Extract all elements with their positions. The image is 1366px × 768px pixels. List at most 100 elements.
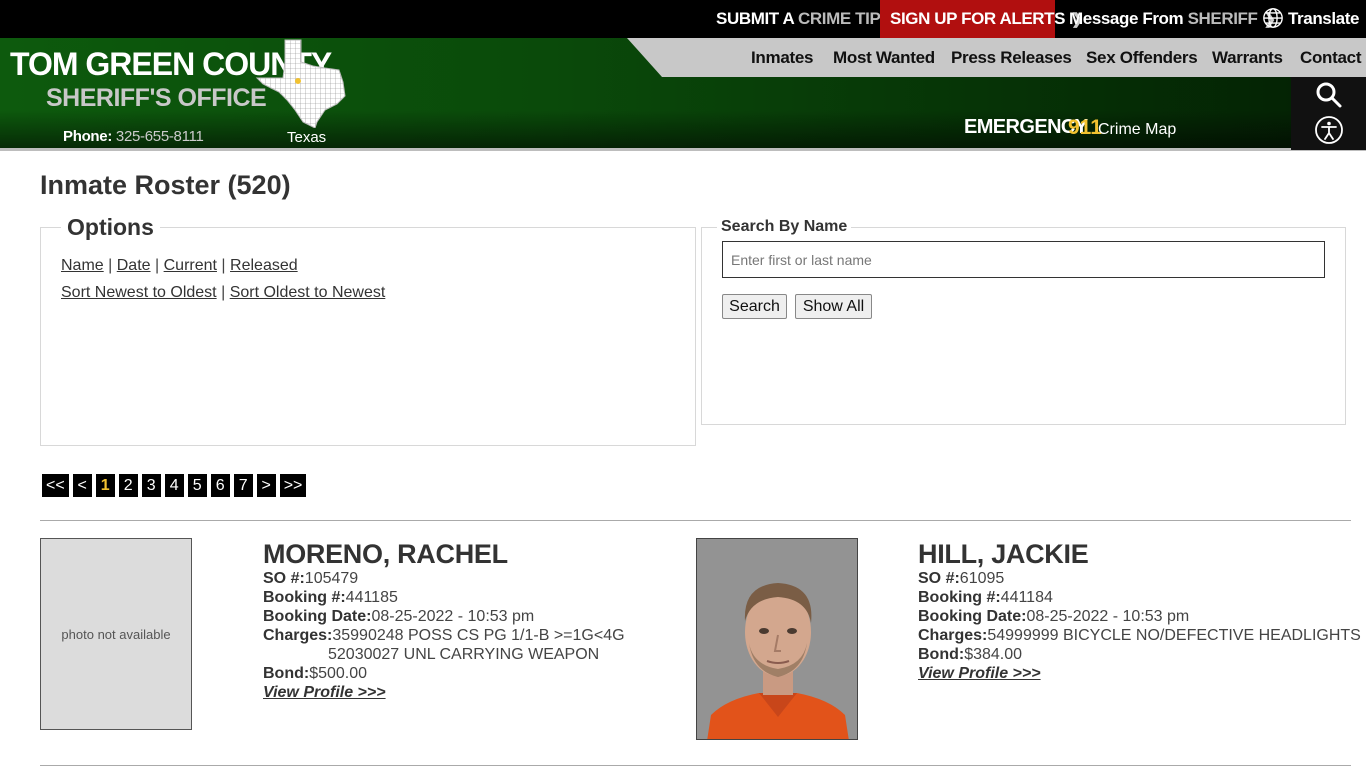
- msg-label-strong: Message From: [1069, 9, 1184, 28]
- sort-options-row: Name | Date | Current | Released: [61, 257, 298, 275]
- search-legend: Search By Name: [717, 218, 852, 236]
- charge-value: 54999999 BICYCLE NO/DEFECTIVE HEADLIGHTS: [987, 627, 1361, 644]
- booking-label: Booking #:: [263, 589, 346, 606]
- view-profile-link[interactable]: View Profile >>>: [918, 665, 1041, 682]
- top-bar: SUBMIT A CRIME TIP❯ SIGN UP FOR ALERTS❯ …: [0, 0, 1366, 38]
- inmate-bond-row: Bond:$384.00: [918, 645, 1361, 664]
- msg-label-light: SHERIFF: [1187, 9, 1258, 28]
- photo-unavailable-text: photo not available: [61, 626, 171, 642]
- nav-most-wanted[interactable]: Most Wanted: [833, 38, 935, 77]
- inmate-card: HILL, JACKIE SO #:61095 Booking #:441184…: [918, 539, 1361, 683]
- bond-value: $384.00: [964, 646, 1023, 663]
- inmate-charges-row: Charges:35990248 POSS CS PG 1/1-B >=1G<4…: [263, 626, 625, 645]
- inmate-booking-row: Booking #:441184: [918, 588, 1361, 607]
- inmate-charge-line: 52030027 UNL CARRYING WEAPON: [328, 646, 600, 663]
- crime-map-link[interactable]: Crime Map: [1098, 121, 1176, 139]
- phone-label: Phone:: [63, 128, 113, 145]
- pagination: << < 1 2 3 4 5 6 7 > >>: [42, 474, 310, 497]
- order-options-row: Sort Newest to Oldest | Sort Oldest to N…: [61, 284, 385, 302]
- so-value: 61095: [959, 570, 1005, 587]
- nav-press-releases[interactable]: Press Releases: [951, 38, 1072, 77]
- phone-number[interactable]: 325-655-8111: [116, 128, 204, 145]
- nav-inmates[interactable]: Inmates: [751, 38, 813, 77]
- nav-warrants[interactable]: Warrants: [1212, 38, 1283, 77]
- booking-label: Booking #:: [918, 589, 1001, 606]
- texas-label: Texas: [287, 129, 327, 146]
- page-4-button[interactable]: 4: [164, 474, 184, 497]
- charges-label: Charges:: [263, 627, 333, 644]
- tip-label-light: CRIME TIP: [798, 9, 881, 28]
- globe-icon: [1263, 8, 1283, 28]
- search-button[interactable]: Search: [722, 294, 787, 319]
- booking-date-value: 08-25-2022 - 10:53 pm: [371, 608, 535, 625]
- view-profile-link[interactable]: View Profile >>>: [263, 684, 386, 701]
- page-7-button[interactable]: 7: [233, 474, 253, 497]
- alerts-label: SIGN UP FOR ALERTS: [890, 9, 1066, 28]
- inmate-name[interactable]: MORENO, RACHEL: [263, 539, 625, 569]
- translate-label: Translate: [1288, 9, 1360, 28]
- inmate-photo-placeholder[interactable]: photo not available: [40, 538, 192, 730]
- phone-info: Phone: 325-655-8111: [63, 128, 204, 145]
- inmate-date-row: Booking Date:08-25-2022 - 10:53 pm: [918, 607, 1361, 626]
- page-5-button[interactable]: 5: [187, 474, 207, 497]
- page-prev-button[interactable]: <: [72, 474, 92, 497]
- page-last-button[interactable]: >>: [279, 474, 307, 497]
- booking-date-label: Booking Date:: [918, 608, 1027, 625]
- so-label: SO #:: [263, 570, 305, 587]
- page-3-button[interactable]: 3: [141, 474, 161, 497]
- separator: |: [221, 257, 226, 274]
- inmate-card: MORENO, RACHEL SO #:105479 Booking #:441…: [263, 539, 625, 702]
- page-title: Inmate Roster (520): [40, 170, 291, 200]
- translate-button[interactable]: Translate: [1262, 0, 1359, 38]
- sort-newest-link[interactable]: Sort Newest to Oldest: [61, 284, 217, 301]
- name-search-input[interactable]: [722, 241, 1325, 278]
- booking-date-label: Booking Date:: [263, 608, 372, 625]
- sheriffs-office-title[interactable]: SHERIFF'S OFFICE: [46, 84, 267, 113]
- divider: [40, 765, 1351, 766]
- page-1-button[interactable]: 1: [95, 474, 115, 497]
- charges-label: Charges:: [918, 627, 988, 644]
- sort-oldest-link[interactable]: Sort Oldest to Newest: [230, 284, 386, 301]
- page-6-button[interactable]: 6: [210, 474, 230, 497]
- booking-value: 441185: [345, 589, 398, 606]
- bond-label: Bond:: [918, 646, 965, 663]
- inmate-booking-row: Booking #:441185: [263, 588, 625, 607]
- nav-sex-offenders[interactable]: Sex Offenders: [1086, 38, 1198, 77]
- options-legend: Options: [61, 214, 160, 241]
- option-current-link[interactable]: Current: [164, 257, 217, 274]
- booking-date-value: 08-25-2022 - 10:53 pm: [1026, 608, 1190, 625]
- page-first-button[interactable]: <<: [42, 474, 69, 497]
- option-released-link[interactable]: Released: [230, 257, 298, 274]
- so-value: 105479: [304, 570, 359, 587]
- so-label: SO #:: [918, 570, 960, 587]
- inmate-so-row: SO #:61095: [918, 569, 1361, 588]
- bond-label: Bond:: [263, 665, 310, 682]
- header-divider: [0, 148, 1366, 151]
- message-from-sheriff-link[interactable]: Message From SHERIFF ❯: [1069, 0, 1276, 38]
- search-icon[interactable]: [1315, 81, 1343, 109]
- tip-label-strong: SUBMIT A: [716, 9, 794, 28]
- emergency-number[interactable]: 911: [1068, 116, 1102, 140]
- bond-value: $500.00: [309, 665, 368, 682]
- accessibility-icon[interactable]: [1314, 115, 1344, 145]
- inmate-bond-row: Bond:$500.00: [263, 664, 625, 683]
- page-2-button[interactable]: 2: [118, 474, 138, 497]
- inmate-so-row: SO #:105479: [263, 569, 625, 588]
- show-all-button[interactable]: Show All: [795, 294, 872, 319]
- booking-value: 441184: [1000, 589, 1053, 606]
- inmate-mugshot[interactable]: [696, 538, 858, 740]
- separator: |: [155, 257, 160, 274]
- nav-contact[interactable]: Contact: [1300, 38, 1361, 77]
- separator: |: [108, 257, 113, 274]
- sign-up-alerts-link[interactable]: SIGN UP FOR ALERTS ❯: [880, 0, 1084, 38]
- page-next-button[interactable]: >: [256, 474, 276, 497]
- inmate-name[interactable]: HILL, JACKIE: [918, 539, 1361, 569]
- texas-map-icon: [255, 39, 346, 128]
- option-name-link[interactable]: Name: [61, 257, 104, 274]
- charge-value: 35990248 POSS CS PG 1/1-B >=1G<4G: [332, 627, 625, 644]
- divider: [40, 520, 1351, 521]
- separator: |: [221, 284, 226, 301]
- mugshot-image: [697, 539, 857, 739]
- submit-crime-tip-link[interactable]: SUBMIT A CRIME TIP❯: [716, 0, 899, 38]
- option-date-link[interactable]: Date: [117, 257, 151, 274]
